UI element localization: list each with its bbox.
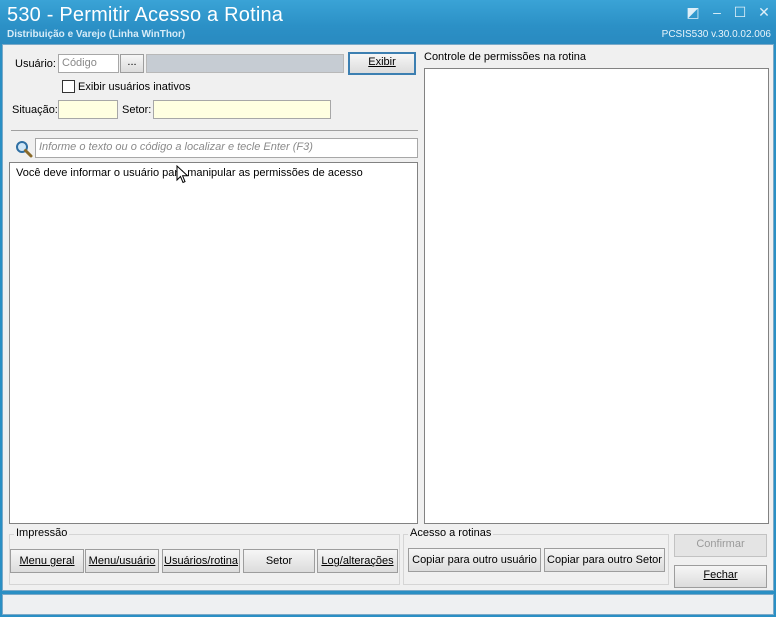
separator <box>11 130 418 131</box>
inativos-label: Exibir usuários inativos <box>78 81 191 93</box>
usuario-label: Usuário: <box>15 58 56 70</box>
setor-button[interactable]: Setor <box>243 549 315 573</box>
codigo-field[interactable]: Código <box>58 54 119 73</box>
mouse-cursor-icon <box>176 165 189 184</box>
close-button[interactable]: ✕ <box>755 4 773 20</box>
app-window: 530 - Permitir Acesso a Rotina Distribui… <box>0 0 776 617</box>
main-client-area: Usuário: Código ... Exibir Exibir usuári… <box>2 44 774 591</box>
setor-field[interactable] <box>153 100 331 119</box>
fechar-button[interactable]: Fechar <box>674 565 767 588</box>
usuario-name-field <box>146 54 344 73</box>
permissions-tree-panel[interactable] <box>424 68 769 524</box>
confirmar-button[interactable]: Confirmar <box>674 534 767 557</box>
acesso-title: Acesso a rotinas <box>408 527 494 539</box>
situacao-field[interactable] <box>58 100 118 119</box>
search-input[interactable]: Informe o texto ou o código a localizar … <box>35 138 418 158</box>
situacao-label: Situação: <box>12 104 58 116</box>
window-subtitle: Distribuição e Varejo (Linha WinThor) <box>7 29 186 40</box>
usuarios-rotina-button[interactable]: Usuários/rotina <box>162 549 240 573</box>
maximize-button[interactable]: ☐ <box>731 4 749 20</box>
log-alteracoes-button[interactable]: Log/alterações <box>317 549 398 573</box>
menu-usuario-button[interactable]: Menu/usuário <box>85 549 159 573</box>
inativos-checkbox[interactable] <box>62 80 75 93</box>
setor-label: Setor: <box>122 104 152 116</box>
status-bar <box>2 594 774 615</box>
menu-geral-button[interactable]: Menu geral <box>10 549 84 573</box>
restore-icon[interactable]: ◩ <box>684 4 702 20</box>
window-title: 530 - Permitir Acesso a Rotina <box>7 4 284 26</box>
browse-button[interactable]: ... <box>120 54 144 73</box>
version-label: PCSIS530 v.30.0.02.006 <box>661 29 771 40</box>
copiar-usuario-button[interactable]: Copiar para outro usuário <box>408 548 541 572</box>
copiar-setor-button[interactable]: Copiar para outro Setor <box>544 548 665 572</box>
permissions-title: Controle de permissões na rotina <box>424 51 587 63</box>
exibir-button[interactable]: Exibir <box>348 52 416 75</box>
title-bar[interactable]: 530 - Permitir Acesso a Rotina Distribui… <box>0 0 776 44</box>
usuarios-list-panel[interactable]: Você deve informar o usuário para manipu… <box>9 162 418 524</box>
impressao-title: Impressão <box>14 527 70 539</box>
minimize-button[interactable]: – <box>708 4 726 20</box>
search-icon <box>16 141 33 158</box>
